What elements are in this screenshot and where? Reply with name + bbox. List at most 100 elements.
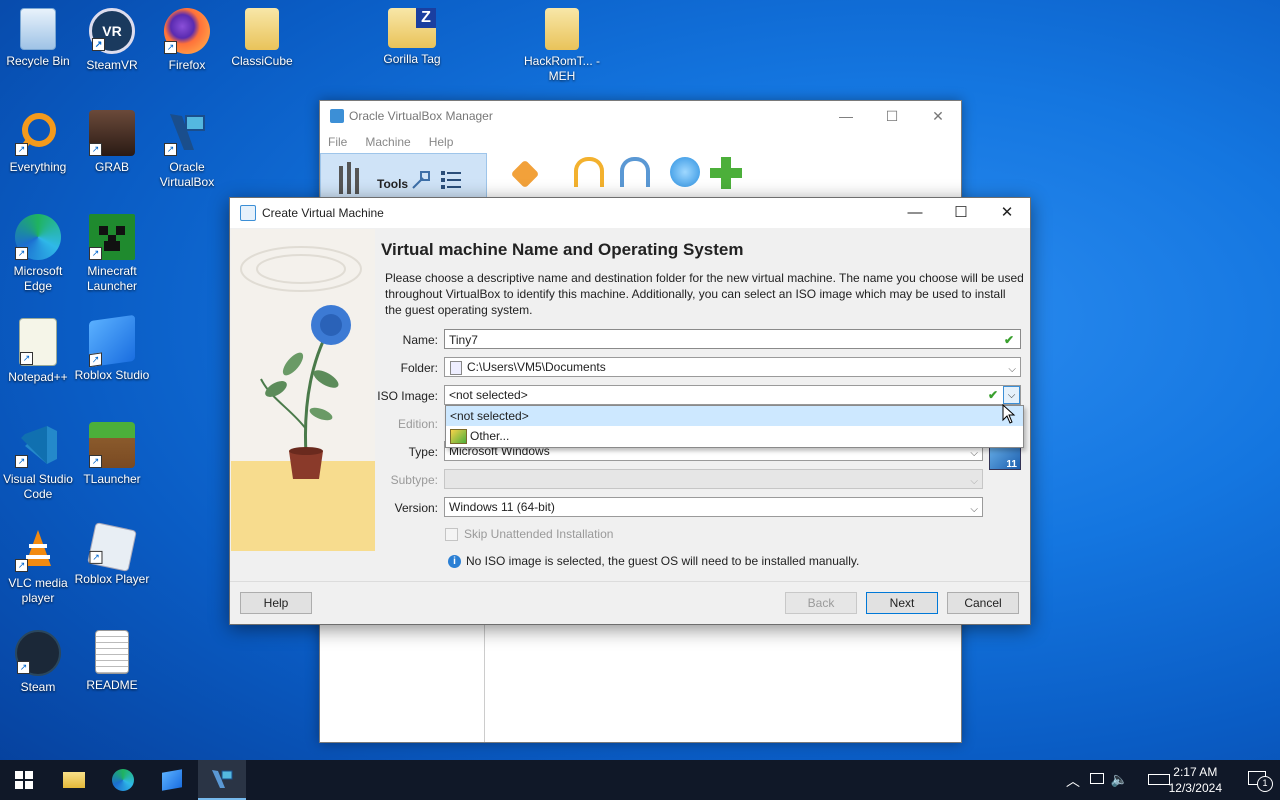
creeper-icon: ↗ (89, 214, 135, 260)
add-icon[interactable] (710, 157, 742, 189)
desktop-icon-edge[interactable]: ↗ Microsoft Edge (0, 214, 76, 294)
roblox-studio-icon: ↗ (89, 314, 135, 368)
desktop-icon-hackrom[interactable]: HackRomT... - MEH (524, 8, 600, 84)
desktop-icon-readme[interactable]: README (74, 630, 150, 693)
version-label: Version: (394, 501, 438, 515)
keyboard-icon[interactable] (1148, 774, 1170, 785)
name-label: Name: (402, 333, 438, 347)
desktop-icon-vlc[interactable]: ↗ VLC media player (0, 526, 76, 606)
desktop-icon-vscode[interactable]: ↗ Visual Studio Code (0, 422, 76, 502)
version-combobox[interactable]: Windows 11 (64-bit) ⌵ (444, 497, 983, 517)
subtype-label: Subtype: (390, 473, 438, 487)
desktop-icon-steamvr[interactable]: VR ↗ SteamVR (74, 8, 150, 73)
desktop-icon-notepadpp[interactable]: ↗ Notepad++ (0, 318, 76, 385)
desktop-icon-grab[interactable]: ↗ GRAB (74, 110, 150, 175)
everything-search-icon: ↗ (15, 110, 61, 156)
iso-label: ISO Image: (377, 389, 438, 403)
maximize-icon[interactable]: ☐ (938, 198, 984, 228)
minimize-icon[interactable]: — (892, 198, 938, 228)
chevron-down-icon: ⌵ (970, 476, 978, 487)
dialog-window-controls: — ☐ ✕ (892, 198, 1030, 228)
folder-label: Folder: (400, 361, 438, 375)
iso-info-message: i No ISO image is selected, the guest OS… (448, 554, 859, 568)
iso-image-combobox[interactable]: <not selected> ✔ ⌵ (444, 385, 1021, 405)
folder-combobox[interactable]: C:\Users\VM5\Documents ⌵ (444, 357, 1021, 377)
taskbar-virtualbox[interactable] (198, 760, 246, 800)
text-file-icon (95, 630, 129, 674)
menu-help[interactable]: Help (429, 135, 454, 149)
recycle-bin-icon (20, 8, 56, 50)
desktop-icon-classicube[interactable]: ClassiCube (224, 8, 300, 69)
vbm-window-controls: — ☐ ✕ (823, 101, 961, 131)
volume-icon[interactable]: 🔈 (1111, 771, 1128, 788)
back-button: Back (785, 592, 857, 614)
edge-icon: ↗ (15, 214, 61, 260)
vbm-toolbar: Tools (320, 153, 961, 203)
export-icon[interactable] (620, 157, 650, 187)
desktop-icon-everything[interactable]: ↗ Everything (0, 110, 76, 175)
desktop-icon-steam[interactable]: ↗ Steam (0, 630, 76, 695)
desktop-icon-oracle-virtualbox[interactable]: ↗ Oracle VirtualBox (149, 110, 225, 190)
iso-option-not-selected[interactable]: <not selected> (446, 406, 1023, 426)
iso-dropdown-button[interactable]: ⌵ (1003, 386, 1020, 404)
taskbar-file-explorer[interactable] (50, 760, 98, 800)
desktop-icon-minecraft-launcher[interactable]: ↗ Minecraft Launcher (74, 214, 150, 294)
list-icon (441, 171, 461, 189)
cancel-button[interactable]: Cancel (947, 592, 1019, 614)
maximize-icon[interactable]: ☐ (869, 101, 915, 131)
network-icon[interactable] (1090, 773, 1104, 784)
desktop-icon-gorilla-tag[interactable]: Z Gorilla Tag (374, 8, 450, 67)
close-icon[interactable]: ✕ (915, 101, 961, 131)
iso-option-other[interactable]: Other... (446, 426, 1023, 446)
skip-unattended-checkbox[interactable]: Skip Unattended Installation (445, 527, 613, 541)
taskbar-roblox-studio[interactable] (148, 760, 196, 800)
roblox-player-icon: ↗ (87, 522, 137, 572)
shortcut-arrow-icon: ↗ (15, 143, 28, 156)
minimize-icon[interactable]: — (823, 101, 869, 131)
preferences-icon[interactable] (510, 159, 540, 189)
firefox-icon: ↗ (164, 8, 210, 54)
steamvr-icon: VR ↗ (89, 8, 135, 54)
tools-label: Tools (377, 177, 409, 191)
show-hidden-icons-chevron-icon[interactable]: ︿ (1066, 771, 1080, 791)
desktop-icon-firefox[interactable]: ↗ Firefox (149, 8, 225, 73)
clock[interactable]: 2:17 AM 12/3/2024 (1169, 764, 1222, 796)
grass-block-icon: ↗ (89, 422, 135, 468)
info-text: No ISO image is selected, the guest OS w… (466, 554, 860, 568)
vbm-title: Oracle VirtualBox Manager (349, 109, 493, 123)
desktop-icon-tlauncher[interactable]: ↗ TLauncher (74, 422, 150, 487)
menu-machine[interactable]: Machine (365, 135, 410, 149)
checkbox-box (445, 527, 458, 541)
wizard-heading: Virtual machine Name and Operating Syste… (381, 240, 744, 259)
help-button[interactable]: Help (240, 592, 312, 614)
notepadpp-icon: ↗ (19, 318, 57, 366)
close-icon[interactable]: ✕ (984, 198, 1030, 228)
grab-icon: ↗ (89, 110, 135, 156)
new-vm-icon[interactable] (670, 157, 700, 187)
iso-dropdown-list: <not selected> Other... (445, 405, 1024, 448)
menu-file[interactable]: File (328, 135, 347, 149)
virtualbox-icon (212, 770, 233, 788)
tools-button[interactable]: Tools (320, 153, 487, 203)
desktop-icon-roblox-player[interactable]: ↗ Roblox Player (74, 522, 150, 587)
image-file-icon (450, 429, 467, 444)
start-button[interactable] (0, 760, 48, 800)
virtualbox-icon (330, 109, 344, 123)
potted-flower-image (231, 229, 375, 551)
import-icon[interactable] (574, 157, 604, 187)
file-explorer-icon (63, 772, 85, 788)
desktop-icon-recycle-bin[interactable]: Recycle Bin (0, 8, 76, 69)
notification-center-button[interactable]: 1 (1248, 771, 1273, 792)
desktop-icon-roblox-studio[interactable]: ↗ Roblox Studio (74, 314, 150, 383)
taskbar-edge[interactable] (99, 760, 147, 800)
folder-icon (450, 361, 462, 375)
name-value: Tiny7 (449, 333, 478, 347)
notification-count-badge: 1 (1257, 776, 1273, 792)
iso-value: <not selected> (449, 388, 528, 402)
name-field[interactable]: Tiny7 ✔ (444, 329, 1021, 349)
next-button[interactable]: Next (866, 592, 938, 614)
folder-icon (545, 8, 579, 50)
subtype-combobox: ⌵ (444, 469, 983, 489)
roblox-studio-icon (162, 769, 182, 791)
create-vm-dialog: Create Virtual Machine — ☐ ✕ Virtual mac… (229, 197, 1031, 625)
